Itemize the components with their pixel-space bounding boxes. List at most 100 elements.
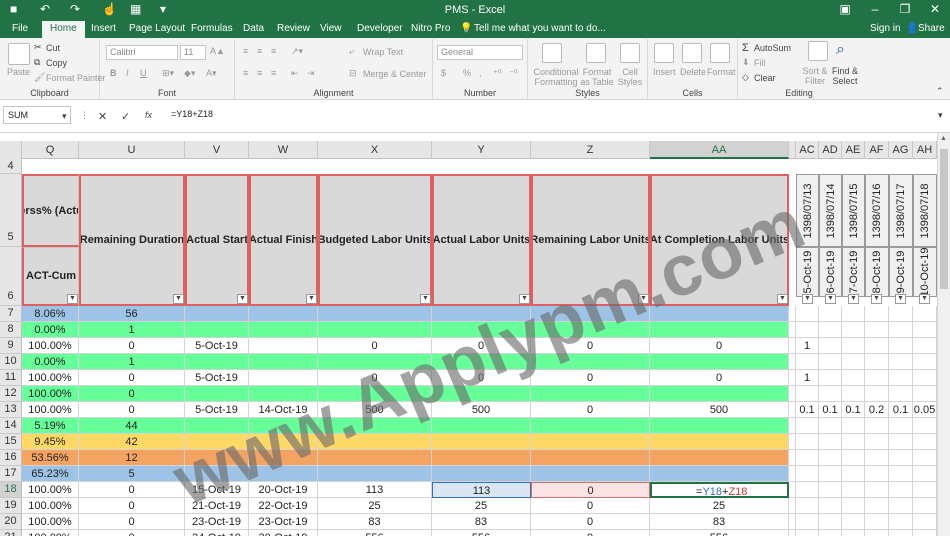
cell-x-18[interactable]: 113 [318, 482, 432, 498]
cell-q-11[interactable]: 100.00% [22, 370, 79, 386]
column-header-q[interactable]: Q [22, 141, 79, 159]
cancel-formula-icon[interactable]: ✕ [98, 110, 107, 123]
cell-q-20[interactable]: 100.00% [22, 514, 79, 530]
cell-date-2-15[interactable] [842, 434, 865, 450]
column-header-aa[interactable]: AA [650, 141, 789, 159]
select-all-corner[interactable] [0, 141, 22, 159]
collapse-ribbon-icon[interactable]: ⌃ [936, 86, 944, 97]
enter-formula-icon[interactable]: ✓ [121, 110, 130, 123]
cell-w-12[interactable] [249, 386, 318, 402]
cell-w-14[interactable] [249, 418, 318, 434]
cell-u-11[interactable]: 0 [79, 370, 185, 386]
cell-aa-15[interactable] [650, 434, 789, 450]
cell-date-4-17[interactable] [889, 466, 913, 482]
cell-y-11[interactable]: 0 [432, 370, 531, 386]
cell-v-15[interactable] [185, 434, 249, 450]
cell-q-14[interactable]: 5.19% [22, 418, 79, 434]
tab-review[interactable]: Review [277, 23, 310, 34]
cell-u-13[interactable]: 0 [79, 402, 185, 418]
cell-x-17[interactable] [318, 466, 432, 482]
insert-function-icon[interactable]: fx [145, 110, 152, 120]
cell-u-17[interactable]: 5 [79, 466, 185, 482]
cell-u-21[interactable]: 0 [79, 530, 185, 536]
cell-date-5-19[interactable] [913, 498, 937, 514]
filter-dropdown-icon[interactable]: ▼ [777, 294, 788, 304]
cell-date-2-14[interactable] [842, 418, 865, 434]
cell-v-14[interactable] [185, 418, 249, 434]
cell-date-4-19[interactable] [889, 498, 913, 514]
cell-x-9[interactable]: 0 [318, 338, 432, 354]
share-icon[interactable]: 👤 [906, 23, 918, 34]
sign-in-link[interactable]: Sign in [870, 23, 901, 34]
column-header-ad[interactable]: AD [819, 141, 842, 159]
cell-aa-10[interactable] [650, 354, 789, 370]
column-header-u[interactable]: U [79, 141, 185, 159]
format-as-table-button[interactable]: Format as Table [578, 67, 616, 87]
cell-date-1-10[interactable] [819, 354, 842, 370]
cell-q-13[interactable]: 100.00% [22, 402, 79, 418]
cell-ab-11[interactable] [789, 370, 796, 386]
cell-y-21[interactable]: 556 [432, 530, 531, 536]
cell-u-9[interactable]: 0 [79, 338, 185, 354]
cell-y-8[interactable] [432, 322, 531, 338]
cell-aa-7[interactable] [650, 306, 789, 322]
cell-u-10[interactable]: 1 [79, 354, 185, 370]
row-header[interactable]: 5 [0, 174, 22, 247]
cell-date-1-19[interactable] [819, 498, 842, 514]
cell-ab-15[interactable] [789, 434, 796, 450]
align-center-icon[interactable]: ≡ [257, 68, 262, 78]
cell-date-1-20[interactable] [819, 514, 842, 530]
cell-x-19[interactable]: 25 [318, 498, 432, 514]
cell-q-21[interactable]: 100.00% [22, 530, 79, 536]
cell-date-3-14[interactable] [865, 418, 889, 434]
cell-date-4-10[interactable] [889, 354, 913, 370]
cell-date-1-12[interactable] [819, 386, 842, 402]
cell-v-7[interactable] [185, 306, 249, 322]
cell-aa-14[interactable] [650, 418, 789, 434]
cell-date-0-20[interactable] [796, 514, 819, 530]
cell-date-2-17[interactable] [842, 466, 865, 482]
cell-w-17[interactable] [249, 466, 318, 482]
cell-ab-20[interactable] [789, 514, 796, 530]
cell-date-3-7[interactable] [865, 306, 889, 322]
cell-y-9[interactable]: 0 [432, 338, 531, 354]
cell-w-18[interactable]: 20-Oct-19 [249, 482, 318, 498]
cell-x-21[interactable]: 556 [318, 530, 432, 536]
cell-q-9[interactable]: 100.00% [22, 338, 79, 354]
tab-file[interactable]: File [12, 23, 28, 34]
cell-z-18[interactable]: 0 [531, 482, 650, 498]
cell-date-5-10[interactable] [913, 354, 937, 370]
autosum-button[interactable]: AutoSum [754, 43, 791, 53]
increase-decimal-icon[interactable]: ⁺⁰ [493, 68, 501, 79]
cell-w-7[interactable] [249, 306, 318, 322]
cell-w-8[interactable] [249, 322, 318, 338]
column-header-ae[interactable]: AE [842, 141, 865, 159]
cell-w-20[interactable]: 23-Oct-19 [249, 514, 318, 530]
cell-w-13[interactable]: 14-Oct-19 [249, 402, 318, 418]
row-header[interactable]: 19 [0, 498, 22, 514]
column-header-af[interactable]: AF [865, 141, 889, 159]
cell-ab-18[interactable] [789, 482, 796, 498]
cell-date-4-12[interactable] [889, 386, 913, 402]
currency-button[interactable]: $ [441, 68, 446, 78]
tab-insert[interactable]: Insert [91, 23, 116, 34]
cell-x-11[interactable]: 0 [318, 370, 432, 386]
cell-u-12[interactable]: 0 [79, 386, 185, 402]
cell-u-14[interactable]: 44 [79, 418, 185, 434]
increase-indent-icon[interactable]: ⇥ [307, 68, 315, 79]
cell-date-3-10[interactable] [865, 354, 889, 370]
copy-button[interactable]: Copy [46, 58, 67, 68]
cell-ab-21[interactable] [789, 530, 796, 536]
align-left-icon[interactable]: ≡ [243, 68, 248, 78]
fill-button[interactable]: Fill [754, 58, 766, 68]
cell-w-11[interactable] [249, 370, 318, 386]
cell-date-1-8[interactable] [819, 322, 842, 338]
filter-dropdown-icon[interactable]: ▼ [519, 294, 530, 304]
cell-date-5-17[interactable] [913, 466, 937, 482]
filter-dropdown-icon[interactable]: ▼ [638, 294, 649, 304]
cell-date-0-15[interactable] [796, 434, 819, 450]
cell-z-11[interactable]: 0 [531, 370, 650, 386]
row-header[interactable]: 10 [0, 354, 22, 370]
column-header-ac[interactable]: AC [796, 141, 819, 159]
cell-date-0-11[interactable]: 1 [796, 370, 819, 386]
